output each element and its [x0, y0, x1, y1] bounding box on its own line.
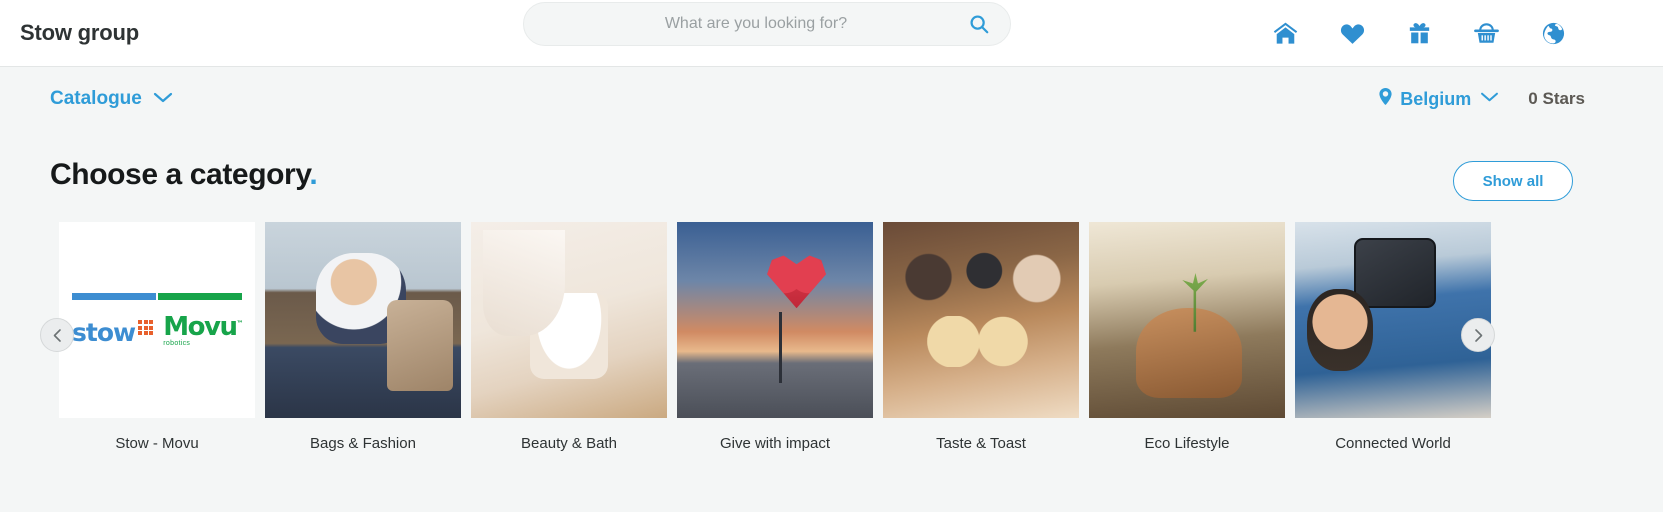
category-card[interactable]: Taste & Toast — [883, 222, 1079, 452]
category-thumbnail-logo: stow Movu™ robotics — [59, 222, 255, 418]
category-thumbnail-image — [471, 222, 667, 418]
category-card[interactable]: stow Movu™ robotics Stow - Movu — [59, 222, 255, 452]
stow-grid-icon — [138, 320, 154, 335]
category-label: Beauty & Bath — [521, 435, 617, 452]
catalogue-label: Catalogue — [50, 88, 142, 109]
category-thumbnail-image — [677, 222, 873, 418]
category-card[interactable]: Beauty & Bath — [471, 222, 667, 452]
globe-icon[interactable] — [1539, 19, 1567, 47]
stars-balance[interactable]: 0 Stars — [1528, 89, 1585, 109]
category-thumbnail-image — [883, 222, 1079, 418]
category-label: Connected World — [1335, 435, 1451, 452]
chevron-down-icon — [152, 90, 174, 109]
country-selector[interactable]: Belgium — [1379, 88, 1500, 110]
header-icon-group — [1271, 19, 1567, 47]
search-icon[interactable] — [966, 11, 992, 37]
trademark-icon: ™ — [236, 319, 244, 328]
heart-icon[interactable] — [1338, 19, 1366, 47]
section-header: Choose a category. Show all — [50, 158, 1573, 204]
page-title: Choose a category. — [50, 158, 318, 192]
carousel-track: stow Movu™ robotics Stow - Movu Bags & F… — [59, 222, 1491, 452]
show-all-button[interactable]: Show all — [1453, 161, 1573, 201]
logo-color-bars — [72, 293, 242, 300]
country-label: Belgium — [1400, 88, 1472, 109]
category-carousel: stow Movu™ robotics Stow - Movu Bags & F… — [0, 222, 1663, 472]
search-bar — [523, 2, 1011, 46]
category-thumbnail-image — [1089, 222, 1285, 418]
category-thumbnail-image — [1295, 222, 1491, 418]
location-pin-icon — [1379, 88, 1392, 110]
page-title-text: Choose a category — [50, 158, 310, 191]
category-label: Bags & Fashion — [310, 435, 416, 452]
carousel-prev-button[interactable] — [40, 318, 74, 352]
category-label: Taste & Toast — [936, 435, 1026, 452]
category-card[interactable]: Give with impact — [677, 222, 873, 452]
main-content: Choose a category. Show all stow Movu™ r… — [0, 130, 1663, 512]
movu-word: Movu — [163, 312, 238, 342]
site-header: Stow group — [0, 0, 1663, 67]
category-label: Give with impact — [719, 435, 831, 452]
category-label: Eco Lifestyle — [1144, 435, 1230, 452]
movu-logo: Movu™ robotics — [163, 312, 244, 347]
page-title-dot: . — [309, 158, 318, 191]
secondary-nav-bar: Catalogue Belgium 0 Stars — [0, 68, 1663, 130]
category-thumbnail-image — [265, 222, 461, 418]
chevron-down-icon — [1479, 90, 1500, 108]
category-card[interactable]: Bags & Fashion — [265, 222, 461, 452]
catalogue-dropdown[interactable]: Catalogue — [50, 88, 174, 110]
category-card[interactable]: Eco Lifestyle — [1089, 222, 1285, 452]
gift-icon[interactable] — [1405, 19, 1433, 47]
home-icon[interactable] — [1271, 19, 1299, 47]
brand-logo[interactable]: Stow group — [20, 20, 139, 46]
stow-wordmark: stow — [72, 318, 136, 347]
page-root: Stow group What are you looking for? Cat… — [0, 0, 1663, 512]
basket-icon[interactable] — [1472, 19, 1500, 47]
search-input[interactable] — [524, 3, 1010, 45]
subbar-right-group: Belgium 0 Stars — [1379, 88, 1585, 110]
carousel-next-button[interactable] — [1461, 318, 1495, 352]
movu-wordmark: Movu™ — [163, 312, 244, 342]
category-label: Stow - Movu — [115, 435, 199, 452]
stow-logo: stow — [72, 318, 154, 347]
